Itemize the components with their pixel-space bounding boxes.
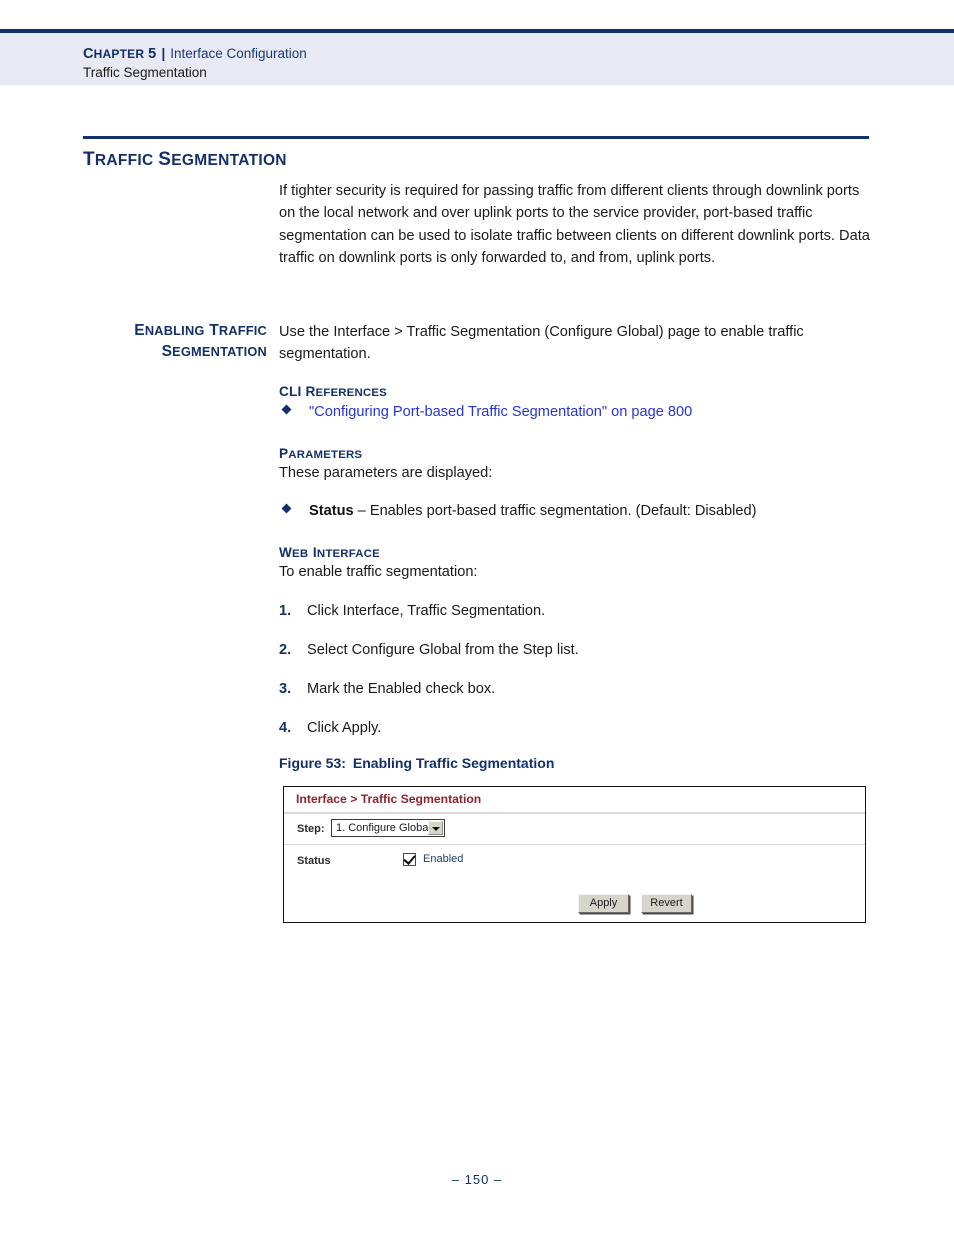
apply-button[interactable]: Apply [578,894,629,913]
step-field-label: Step: [297,823,325,835]
page-title: TRAFFIC SEGMENTATION [83,149,287,171]
diamond-bullet-icon [281,404,292,415]
margin-heading-rest-3: EGMENTATION [172,343,267,359]
step-dropdown[interactable]: 1. Configure Global [331,819,445,837]
figure-caption-title: Enabling Traffic Segmentation [352,755,555,771]
procedure-step: 2. Select Configure Global from the Step… [279,639,873,661]
page-number: – 150 – [451,1172,503,1187]
breadcrumb-topic: Interface Configuration [170,46,307,61]
step-text: Select Configure Global from the Step li… [307,642,579,658]
panel-title-bar: Interface > Traffic Segmentation [284,787,865,814]
parameter-item-text: Status – Enables port-based traffic segm… [309,500,873,522]
margin-heading-rest-1: NABLING [144,323,205,338]
parameter-item-status: Status – Enables port-based traffic segm… [279,500,873,522]
section-intro-paragraph: If tighter security is required for pass… [279,183,870,267]
status-field-label: Status [297,855,331,867]
cli-references-heading: CLI REFERENCES [279,383,387,401]
running-title: Traffic Segmentation [83,65,207,80]
parameters-heading: PARAMETERS [279,445,362,463]
step-number: 4. [279,720,292,736]
panel-breadcrumb-title: Interface > Traffic Segmentation [296,792,482,806]
chapter-label-capital: C [83,46,94,62]
parameter-description: – Enables port-based traffic segmentatio… [353,503,757,519]
chapter-label-rest: HAPTER [93,47,145,61]
margin-heading-cap-2: T [209,322,219,339]
cli-reference-link[interactable]: "Configuring Port-based Traffic Segmenta… [309,401,873,423]
procedure-step: 1. Click Interface, Traffic Segmentation… [279,600,873,622]
panel-status-row: Status Enabled [284,845,865,877]
step-number: 2. [279,642,292,658]
section-title-rest-1: RAFFIC [94,152,154,169]
diamond-bullet-icon [281,503,292,514]
web-interface-heading-cap-1: W [279,545,293,560]
subsection-margin-heading: ENABLING TRAFFIC SEGMENTATION [60,321,267,362]
chevron-down-icon[interactable] [428,821,443,835]
cli-references-heading-rest: EFERENCES [315,387,387,399]
step-text: Click Apply. [307,720,382,736]
section-title-rest-2: EGMENTATION [171,152,287,169]
web-interface-lead-in: To enable traffic segmentation: [279,564,478,580]
step-text: Mark the Enabled check box. [307,681,496,697]
web-interface-heading: WEB INTERFACE [279,544,380,562]
parameter-term: Status [309,503,354,519]
margin-heading-cap-1: E [134,322,145,339]
parameters-heading-rest: ARAMETERS [288,449,363,461]
web-interface-heading-rest-2: NTERFACE [316,548,380,560]
figure-screenshot-panel: Interface > Traffic Segmentation Step: 1… [283,786,866,923]
step-number: 1. [279,603,292,619]
procedure-step: 3. Mark the Enabled check box. [279,678,873,700]
cli-reference-item: "Configuring Port-based Traffic Segmenta… [279,401,873,423]
breadcrumb-separator: | [161,46,166,61]
web-interface-heading-rest-1: EB [292,548,309,560]
figure-caption-label: Figure 53: [279,755,346,771]
margin-heading-rest-2: RAFFIC [218,323,267,338]
check-icon [403,852,416,865]
panel-button-row: Apply Revert [284,888,865,922]
breadcrumb: CHAPTER 5 | Interface Configuration [83,45,307,63]
procedure-step: 4. Click Apply. [279,717,873,739]
revert-button[interactable]: Revert [641,894,692,913]
section-title-cap-2: S [158,149,172,170]
parameters-lead-in: These parameters are displayed: [279,465,493,481]
subsection-body-paragraph: Use the Interface > Traffic Segmentation… [279,324,804,363]
enabled-checkbox[interactable] [403,852,416,866]
parameters-heading-cap: P [279,446,289,461]
enabled-checkbox-label: Enabled [423,853,464,865]
chapter-label: CHAPTER 5 [83,46,156,62]
figure-caption: Figure 53: Enabling Traffic Segmentation [279,755,554,771]
step-text: Click Interface, Traffic Segmentation. [307,603,546,619]
margin-heading-cap-3: S [161,342,173,360]
step-dropdown-value: 1. Configure Global [336,822,431,834]
section-rule [83,136,869,139]
step-number: 3. [279,681,292,697]
section-title-cap-1: T [83,149,95,170]
cli-references-heading-cap: CLI R [279,384,316,399]
panel-step-row: Step: 1. Configure Global [284,814,865,845]
